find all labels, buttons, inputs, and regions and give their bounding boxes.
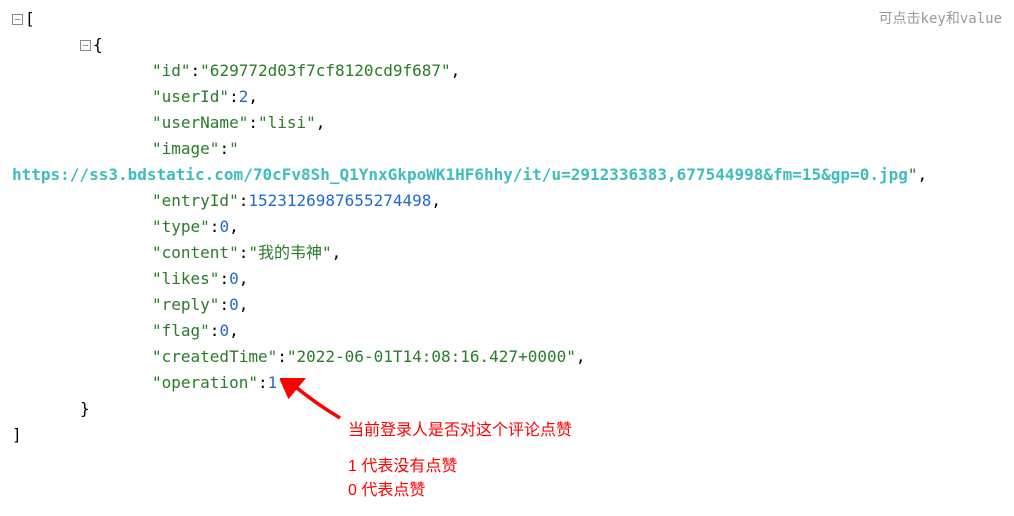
- key-createdtime[interactable]: "createdTime": [152, 347, 277, 366]
- close-array-bracket: ]: [12, 425, 22, 444]
- hint-text: 可点击key和value: [879, 6, 1002, 32]
- property-row-image-url: https://ss3.bdstatic.com/70cFv8Sh_Q1YnxG…: [12, 162, 1002, 188]
- value-image-quote-close: ": [908, 165, 918, 184]
- comma: ,: [229, 217, 239, 236]
- comma: ,: [576, 347, 586, 366]
- colon: :: [219, 139, 229, 158]
- comma: ,: [229, 321, 239, 340]
- toggle-object[interactable]: −: [80, 40, 91, 51]
- open-array-bracket: [: [25, 9, 35, 28]
- value-entryid[interactable]: 1523126987655274498: [248, 191, 431, 210]
- comma: ,: [332, 243, 342, 262]
- key-username[interactable]: "userName": [152, 113, 248, 132]
- comma: ,: [451, 61, 461, 80]
- comma: ,: [239, 295, 249, 314]
- colon: :: [219, 269, 229, 288]
- colon: :: [210, 321, 220, 340]
- colon: :: [210, 217, 220, 236]
- close-object-brace: }: [80, 399, 90, 418]
- colon: :: [239, 243, 249, 262]
- colon: :: [239, 191, 249, 210]
- property-row: "content":"我的韦神",: [12, 240, 1002, 266]
- colon: :: [229, 87, 239, 106]
- value-image-url[interactable]: https://ss3.bdstatic.com/70cFv8Sh_Q1YnxG…: [12, 165, 908, 184]
- value-createdtime[interactable]: "2022-06-01T14:08:16.427+0000": [287, 347, 576, 366]
- open-object-brace: {: [93, 35, 103, 54]
- colon: :: [219, 295, 229, 314]
- annotation-line1: 当前登录人是否对这个评论点赞: [348, 418, 572, 444]
- value-reply[interactable]: 0: [229, 295, 239, 314]
- property-row: "userName":"lisi",: [12, 110, 1002, 136]
- value-image-quote-open: ": [229, 139, 239, 158]
- key-entryid[interactable]: "entryId": [152, 191, 239, 210]
- key-image[interactable]: "image": [152, 139, 219, 158]
- comma: ,: [316, 113, 326, 132]
- key-id[interactable]: "id": [152, 61, 191, 80]
- annotation-line3: 0 代表点赞: [348, 478, 425, 504]
- colon: :: [248, 113, 258, 132]
- toggle-array[interactable]: −: [12, 14, 23, 25]
- property-row: "flag":0,: [12, 318, 1002, 344]
- line-open-brace: −{: [12, 32, 1002, 58]
- property-row: "reply":0,: [12, 292, 1002, 318]
- key-likes[interactable]: "likes": [152, 269, 219, 288]
- value-type[interactable]: 0: [219, 217, 229, 236]
- comma: ,: [239, 269, 249, 288]
- key-userid[interactable]: "userId": [152, 87, 229, 106]
- property-row: "type":0,: [12, 214, 1002, 240]
- key-content[interactable]: "content": [152, 243, 239, 262]
- comma: ,: [918, 165, 928, 184]
- property-row: "userId":2,: [12, 84, 1002, 110]
- colon: :: [277, 347, 287, 366]
- annotation-line2: 1 代表没有点赞: [348, 454, 457, 480]
- value-id[interactable]: "629772d03f7cf8120cd9f687": [200, 61, 450, 80]
- colon: :: [258, 373, 268, 392]
- property-row: "likes":0,: [12, 266, 1002, 292]
- property-row: "id":"629772d03f7cf8120cd9f687",: [12, 58, 1002, 84]
- key-operation[interactable]: "operation": [152, 373, 258, 392]
- key-type[interactable]: "type": [152, 217, 210, 236]
- value-content[interactable]: "我的韦神": [248, 243, 331, 262]
- property-row: "createdTime":"2022-06-01T14:08:16.427+0…: [12, 344, 1002, 370]
- value-username[interactable]: "lisi": [258, 113, 316, 132]
- value-userid[interactable]: 2: [239, 87, 249, 106]
- property-row: "entryId":1523126987655274498,: [12, 188, 1002, 214]
- property-row: "image":": [12, 136, 1002, 162]
- comma: ,: [248, 87, 258, 106]
- value-flag[interactable]: 0: [219, 321, 229, 340]
- property-row: "operation":1: [12, 370, 1002, 396]
- comma: ,: [431, 191, 441, 210]
- key-reply[interactable]: "reply": [152, 295, 219, 314]
- line-open-bracket: −[: [12, 6, 1002, 32]
- value-operation[interactable]: 1: [268, 373, 278, 392]
- key-flag[interactable]: "flag": [152, 321, 210, 340]
- value-likes[interactable]: 0: [229, 269, 239, 288]
- colon: :: [191, 61, 201, 80]
